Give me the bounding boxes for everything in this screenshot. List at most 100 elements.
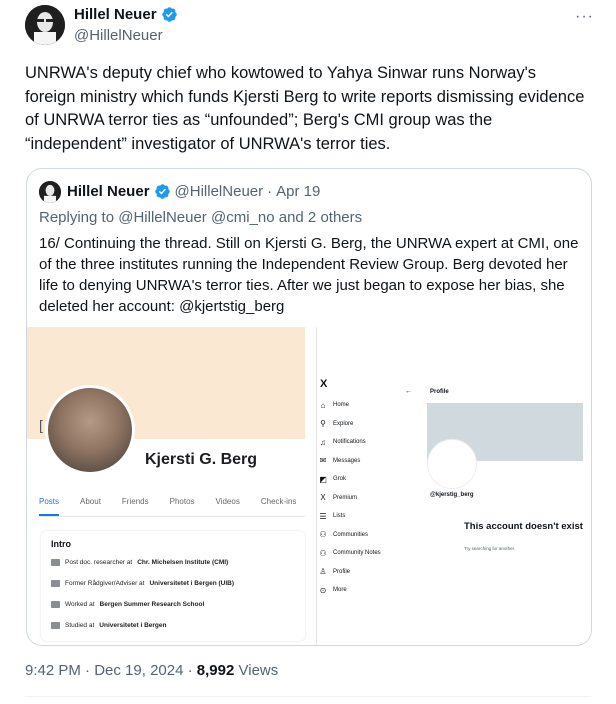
fb-tab-friends: Friends	[121, 497, 149, 506]
x-nav-label: Notifications	[333, 439, 366, 446]
quote-text: 16/ Continuing the thread. Still on Kjer…	[39, 235, 579, 315]
x-nav-item: X Premium	[319, 489, 381, 508]
x-try-searching: Try searching for another.	[464, 546, 516, 551]
x-nav-item: ⊙ More	[319, 581, 381, 600]
fb-tab-posts: Posts	[39, 495, 60, 516]
fb-tab-checkins: Check-ins	[260, 497, 297, 506]
x-nav-item: ⚇ Community Notes	[319, 544, 381, 563]
quote-dot-separator: ·	[267, 183, 273, 200]
views-label: Views	[238, 662, 279, 679]
x-profile-image[interactable]: X ⌂ Home ⚲ Explore ♫ Notifications ✉ Message…	[317, 327, 591, 645]
views-count: 8,992	[196, 662, 235, 679]
fb-row-bold: Universitetet i Bergen (UIB)	[149, 580, 235, 587]
x-nav-label: Lists	[333, 513, 346, 520]
x-sidebar-nav: ⌂ Home ⚲ Explore ♫ Notifications ✉ Messages …	[319, 396, 381, 600]
mail-icon: ✉	[319, 456, 327, 466]
reply-suffix[interactable]: and 2 others	[279, 209, 362, 226]
x-nav-label: Profile	[333, 568, 351, 575]
community-notes-icon: ⚇	[319, 548, 327, 558]
quote-author-avatar[interactable]	[39, 181, 61, 203]
x-profile-avatar-placeholder	[427, 439, 477, 489]
fb-row-prefix: Post doc. researcher at	[65, 559, 133, 566]
x-nav-item: ♫ Notifications	[319, 433, 381, 452]
fb-intro-row: Post doc. researcher at Chr. Michelsen I…	[51, 559, 228, 566]
meta-dot: ·	[187, 662, 197, 679]
x-nav-item: ⚇ Communities	[319, 526, 381, 545]
author-avatar[interactable]	[25, 5, 65, 45]
x-nav-label: Messages	[333, 457, 361, 464]
x-nav-item: ♙ Profile	[319, 563, 381, 582]
x-nav-item: ⌂ Home	[319, 396, 381, 415]
communities-icon: ⚇	[319, 530, 327, 540]
graduation-cap-icon	[51, 622, 60, 629]
fb-row-prefix: Worked at	[65, 601, 95, 608]
person-icon: ♙	[319, 567, 327, 577]
bell-icon: ♫	[320, 437, 326, 447]
x-nav-label: More	[333, 587, 347, 594]
fb-row-prefix: Studied at	[65, 622, 95, 629]
fb-intro-row: Worked at Bergen Summer Research School	[51, 601, 204, 608]
verified-badge-icon	[161, 7, 177, 22]
author-name-text: Hillel Neuer	[74, 6, 157, 23]
facebook-intro-card: Intro Post doc. researcher at Chr. Miche…	[41, 531, 305, 641]
x-logo-icon: X	[320, 378, 328, 390]
x-nav-label: Home	[333, 402, 350, 409]
back-arrow-icon: ←	[405, 388, 412, 395]
tweet-text: UNRWA's deputy chief who kowtowed to Yah…	[25, 64, 585, 153]
briefcase-icon	[51, 601, 60, 608]
tweet-date[interactable]: Dec 19, 2024	[94, 662, 183, 679]
quote-avatar-image	[39, 181, 61, 203]
fb-tab-about: About	[80, 497, 101, 506]
meta-dot: ·	[85, 662, 95, 679]
quote-verified-badge-icon	[154, 184, 170, 199]
divider	[25, 696, 591, 697]
facebook-profile-name: Kjersti G. Berg	[145, 451, 258, 468]
fb-tab-videos: Videos	[215, 497, 240, 506]
facebook-profile-photo	[45, 385, 135, 475]
fb-intro-row: Studied at Universitetet i Bergen	[51, 622, 166, 629]
briefcase-icon	[51, 559, 60, 566]
quote-author-handle: @HillelNeuer	[174, 183, 264, 200]
x-nav-item: ⚲ Explore	[319, 415, 381, 434]
grok-icon: ◩	[319, 474, 327, 484]
premium-icon: X	[320, 493, 326, 503]
x-nav-label: Premium	[333, 494, 358, 501]
x-nav-item: ☰ Lists	[319, 507, 381, 526]
fb-row-bold: Bergen Summer Research School	[99, 601, 205, 608]
x-account-not-exist: This account doesn't exist	[464, 521, 583, 532]
fb-tab-photos: Photos	[169, 497, 195, 506]
more-circle-icon: ⊙	[319, 585, 327, 595]
author-name[interactable]: Hillel Neuer	[74, 6, 178, 23]
fb-row-prefix: Former Rådgiver/Adviser at	[65, 580, 145, 587]
quote-author-name[interactable]: Hillel Neuer	[67, 183, 150, 200]
facebook-profile-image[interactable]: [ Kjersti G. Berg Posts About Friends Ph…	[27, 327, 317, 645]
x-nav-item: ◩ Grok	[319, 470, 381, 489]
quote-reply-line: Replying to @HillelNeuer @cmi_no and 2 o…	[39, 209, 362, 226]
fb-row-bold: Chr. Michelsen Institute (CMI)	[137, 559, 229, 566]
x-profile-header: Profile	[430, 389, 449, 395]
tweet-meta: 9:42 PM · Dec 19, 2024 · 8,992 Views	[25, 662, 278, 679]
facebook-bracket: [	[39, 417, 43, 433]
fb-row-bold: Universitetet i Bergen	[99, 622, 167, 629]
x-nav-label: Community Notes	[333, 550, 381, 557]
tweet-time[interactable]: 9:42 PM	[25, 662, 81, 679]
quoted-tweet-card[interactable]: Hillel Neuer @HillelNeuer · Apr 19 Reply…	[26, 168, 592, 646]
search-icon: ⚲	[320, 419, 326, 429]
x-nav-label: Explore	[333, 420, 354, 427]
x-nav-label: Communities	[333, 531, 369, 538]
more-icon[interactable]: ···	[575, 8, 594, 26]
list-icon: ☰	[319, 511, 327, 521]
fb-intro-title: Intro	[51, 539, 71, 549]
reply-prefix: Replying to	[39, 209, 115, 226]
x-nav-label: Grok	[333, 476, 347, 483]
x-profile-handle: @kjerstig_berg	[430, 492, 474, 498]
home-icon: ⌂	[320, 400, 326, 410]
author-handle[interactable]: @HillelNeuer	[74, 27, 163, 44]
reply-mentions[interactable]: @HillelNeuer @cmi_no	[118, 209, 274, 226]
avatar-image	[25, 5, 65, 45]
briefcase-icon	[51, 580, 60, 587]
quote-date[interactable]: Apr 19	[276, 183, 320, 200]
fb-intro-row: Former Rådgiver/Adviser at Universitetet…	[51, 580, 234, 587]
x-nav-item: ✉ Messages	[319, 452, 381, 471]
quote-header: Hillel Neuer @HillelNeuer · Apr 19	[67, 183, 320, 200]
